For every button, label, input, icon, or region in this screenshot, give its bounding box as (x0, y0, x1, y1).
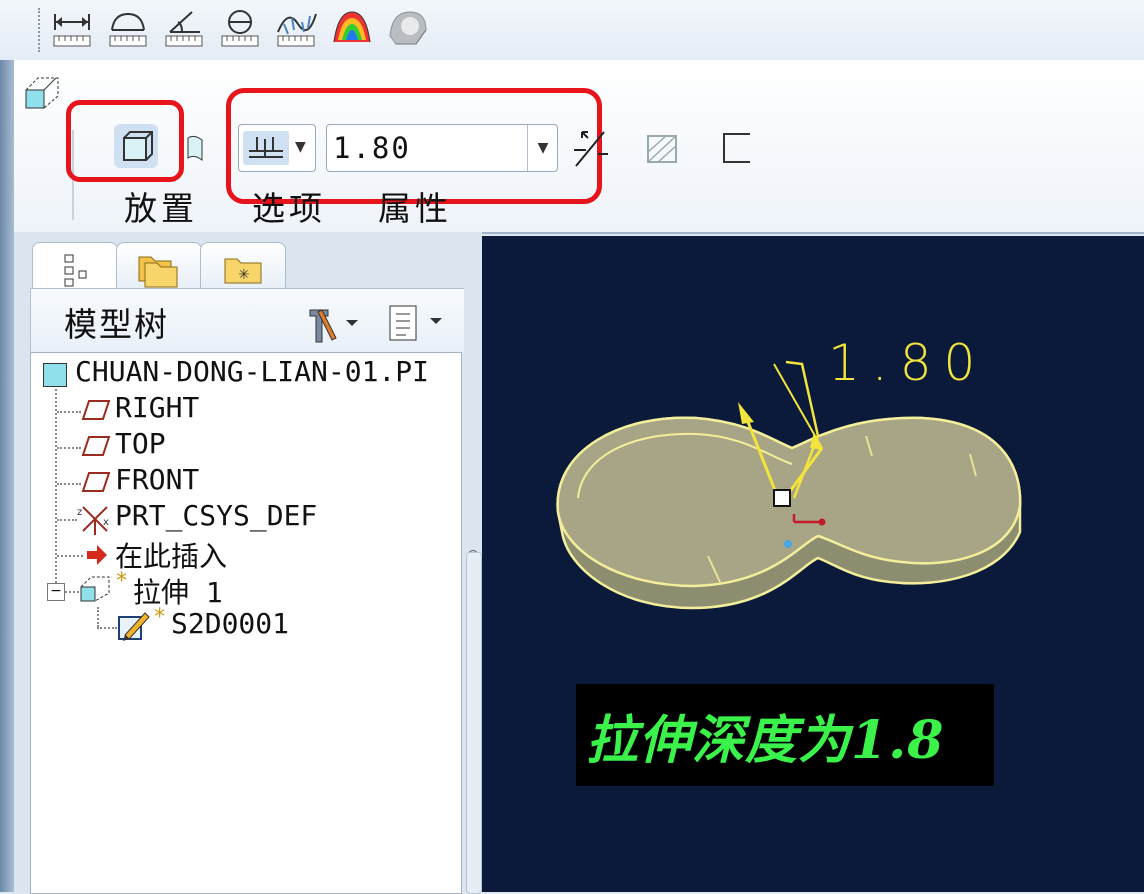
tree-root-label[interactable]: CHUAN-DONG-LIAN-01.PI (75, 355, 429, 388)
tree-connector (57, 555, 83, 557)
show-options-icon[interactable] (386, 302, 448, 344)
tree-connector (57, 483, 81, 485)
tree-connector (57, 519, 77, 521)
graphics-window[interactable]: 1.80 拉伸深度为1.8 (482, 236, 1144, 892)
shaded-analysis-icon[interactable] (386, 6, 430, 52)
tree-item-front[interactable]: FRONT (115, 463, 199, 496)
thicken-sketch-icon[interactable] (716, 126, 760, 170)
svg-text:z: z (77, 507, 82, 518)
svg-text:x: x (103, 517, 109, 528)
coordinate-system-icon: xz (77, 501, 113, 537)
model-tree: CHUAN-DONG-LIAN-01.PI RIGHT TOP FRONT xz… (30, 352, 462, 894)
tree-item-csys[interactable]: PRT_CSYS_DEF (115, 499, 317, 532)
tab-favorites[interactable]: ✳ (200, 242, 286, 293)
surface-analysis-icon[interactable] (330, 6, 374, 52)
tab-options[interactable]: 选项 (252, 182, 326, 230)
model-tree-title: 模型树 (64, 305, 169, 344)
part-icon (43, 363, 67, 387)
angle-measure-icon[interactable] (162, 6, 206, 52)
flip-direction-icon[interactable] (568, 126, 612, 170)
curve-analysis-icon[interactable] (274, 6, 318, 52)
sketch-icon (117, 611, 151, 643)
length-measure-icon[interactable] (106, 6, 150, 52)
navigator-sash[interactable] (464, 232, 482, 894)
tree-item-insert-here[interactable]: 在此插入 (115, 535, 227, 575)
new-feature-star: * (115, 569, 129, 594)
window-left-edge (0, 60, 14, 892)
svg-text:✳: ✳ (238, 267, 250, 283)
tree-item-right[interactable]: RIGHT (115, 391, 199, 424)
tab-properties[interactable]: 属性 (378, 182, 452, 230)
tree-item-extrude-1[interactable]: 拉伸 1 (133, 571, 223, 611)
distance-measure-icon[interactable] (50, 6, 94, 52)
tree-connector (57, 411, 81, 413)
tab-placement[interactable]: 放置 (124, 182, 198, 230)
annotation-note-text: 拉伸深度为1.8 (586, 710, 945, 771)
tree-settings-icon[interactable] (304, 304, 364, 344)
toolbar-grip[interactable] (38, 8, 44, 52)
tree-connector (55, 389, 57, 595)
depth-dimension-label[interactable]: 1.80 (828, 334, 987, 392)
datum-plane-icon (81, 469, 111, 495)
collapse-toggle-icon[interactable]: − (47, 583, 65, 601)
extrude-dashboard: ▼ ▼ 放置 选项 属性 (14, 60, 1144, 234)
new-feature-star: * (153, 605, 167, 630)
measure-toolbar (0, 0, 1144, 61)
navigator-panel: ✳ 模型树 CHUAN-DONG-LIAN-01.PI RIGHT TOP FR… (14, 232, 482, 894)
remove-material-icon[interactable] (640, 126, 684, 170)
tab-model-tree[interactable] (32, 242, 118, 293)
extrude-feature-icon (79, 575, 113, 605)
tree-item-top[interactable]: TOP (115, 427, 166, 460)
solid-toggle-highlight (66, 100, 184, 182)
extruded-model[interactable] (482, 236, 1144, 892)
sash-bar[interactable] (466, 552, 482, 894)
tree-item-sketch[interactable]: S2D0001 (171, 607, 289, 640)
tree-connector (65, 591, 79, 593)
tab-folder-browser[interactable] (116, 242, 202, 293)
datum-plane-icon (81, 433, 111, 459)
extrude-feature-icon (22, 74, 62, 114)
tree-connector (97, 607, 99, 627)
annotation-note: 拉伸深度为1.8 (576, 684, 994, 786)
tree-connector (97, 627, 117, 629)
insert-here-arrow-icon[interactable] (85, 543, 109, 567)
tree-connector (57, 447, 81, 449)
datum-plane-icon (81, 397, 111, 423)
diameter-measure-icon[interactable] (218, 6, 262, 52)
surface-extrude-button[interactable] (180, 126, 224, 170)
